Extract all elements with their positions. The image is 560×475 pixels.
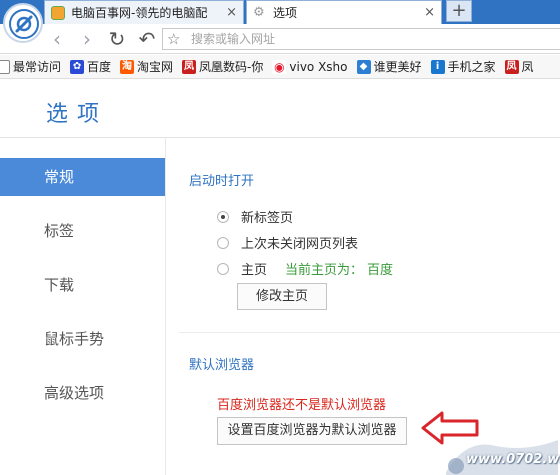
weibo-icon: ◉ [272, 59, 287, 74]
sidebar-item-advanced[interactable]: 高级选项 [0, 374, 165, 428]
bookmark-item[interactable]: ◆ 谁更美好 [356, 58, 422, 75]
star-icon[interactable]: ☆ [167, 29, 180, 49]
sidebar-item-downloads[interactable]: 下载 [0, 266, 165, 320]
bookmark-item[interactable]: ✿ 百度 [70, 58, 111, 75]
diamond-icon: ◆ [356, 59, 371, 74]
bookmark-item[interactable]: 凤 凤 [504, 58, 534, 75]
radio-last-session[interactable]: 上次未关闭网页列表 [217, 233, 358, 252]
browser-logo-icon[interactable] [3, 3, 43, 43]
bookmark-label: 手机之家 [447, 60, 496, 74]
radio-button[interactable] [217, 210, 229, 223]
page-icon [0, 59, 10, 74]
close-icon[interactable]: × [424, 5, 435, 20]
radio-label: 主页 [241, 263, 268, 278]
bookmarks-bar: 最常访问 ✿ 百度 淘 淘宝网 凤 凤凰数码-你 ◉ vivo Xsho ◆ 谁… [0, 55, 560, 79]
set-default-browser-button[interactable]: 设置百度浏览器为默认浏览器 [217, 417, 407, 445]
bookmark-label: 凤凰数码-你 [199, 60, 264, 74]
bookmark-item[interactable]: ◉ vivo Xsho [272, 59, 348, 74]
page-title: 选项 [46, 102, 109, 127]
info-icon: i [430, 59, 445, 74]
default-browser-warning: 百度浏览器还不是默认浏览器 [217, 398, 387, 413]
site-favicon-icon [51, 5, 65, 20]
toolbar: ‹ › ↻ ↶ ☆ 搜索或输入网址 [0, 24, 560, 54]
back-icon[interactable]: ‹ [46, 28, 68, 50]
tab-title: 选项 [273, 6, 298, 20]
tab-options[interactable]: ⚙ 选项 × [246, 0, 442, 24]
address-placeholder: 搜索或输入网址 [191, 32, 276, 46]
default-browser-heading: 默认浏览器 [189, 358, 255, 373]
bookmark-item[interactable]: 淘 淘宝网 [120, 58, 173, 75]
bookmark-item[interactable]: 凤 凤凰数码-你 [182, 58, 263, 75]
divider [179, 332, 560, 333]
settings-sidebar: 常规 标签 下载 鼠标手势 高级选项 [0, 158, 165, 428]
undo-icon[interactable]: ↶ [136, 28, 158, 50]
bookmark-label: 淘宝网 [137, 60, 174, 74]
tab-pcbaishi[interactable]: 电脑百事网-领先的电脑配 × [44, 0, 244, 24]
tab-title: 电脑百事网-领先的电脑配 [71, 6, 208, 20]
bookmark-label: vivo Xsho [289, 59, 348, 74]
bookmark-label: 谁更美好 [373, 60, 422, 74]
change-homepage-button[interactable]: 修改主页 [237, 283, 327, 310]
radio-button[interactable] [217, 236, 229, 249]
bookmark-label: 最常访问 [13, 60, 62, 74]
radio-new-tab[interactable]: 新标签页 [217, 207, 293, 226]
gear-icon: ⚙ [253, 4, 265, 20]
bookmark-item[interactable]: i 手机之家 [430, 58, 496, 75]
radio-homepage[interactable]: 主页 当前主页为： 百度 [217, 259, 393, 278]
sidebar-item-general[interactable]: 常规 [0, 158, 165, 196]
ifeng-icon: 凤 [182, 59, 197, 74]
radio-button[interactable] [217, 262, 229, 275]
watermark-text: www.0702.wang [466, 452, 560, 467]
new-tab-button[interactable]: + [446, 0, 472, 22]
address-bar[interactable]: ☆ 搜索或输入网址 [162, 28, 560, 50]
bookmark-label: 百度 [87, 60, 112, 74]
bookmark-label: 凤 [521, 60, 534, 74]
divider [0, 137, 560, 138]
forward-icon[interactable]: › [76, 28, 98, 50]
radio-label: 新标签页 [241, 211, 294, 226]
radio-label: 上次未关闭网页列表 [241, 237, 359, 252]
ifeng-icon: 凤 [504, 59, 519, 74]
startup-heading: 启动时打开 [189, 174, 255, 189]
refresh-icon[interactable]: ↻ [106, 28, 128, 50]
sidebar-item-mouse-gestures[interactable]: 鼠标手势 [0, 320, 165, 374]
current-homepage-value: 百度 [367, 263, 394, 278]
current-homepage-label: 当前主页为： [285, 263, 364, 278]
sidebar-item-tabs[interactable]: 标签 [0, 212, 165, 266]
baidu-paw-icon: ✿ [70, 59, 85, 74]
divider [165, 137, 166, 475]
close-icon[interactable]: × [226, 5, 237, 20]
bookmark-item[interactable]: 最常访问 [0, 58, 61, 75]
taobao-icon: 淘 [120, 59, 135, 74]
